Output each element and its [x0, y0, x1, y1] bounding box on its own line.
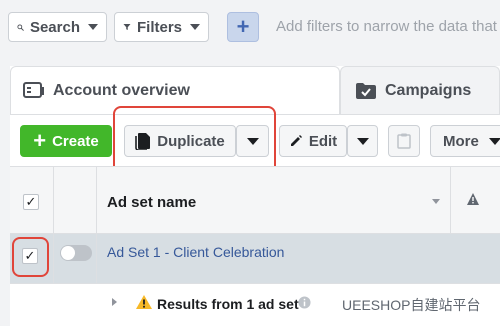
- create-button[interactable]: + Create: [20, 125, 112, 157]
- pencil-icon: [290, 135, 302, 146]
- more-label: More: [443, 132, 479, 150]
- duplicate-highlight: [113, 106, 276, 174]
- tab-campaigns[interactable]: Campaigns: [340, 66, 500, 114]
- chevron-down-icon: [88, 24, 98, 30]
- column-divider: [53, 234, 54, 284]
- sort-caret-icon[interactable]: [432, 199, 440, 204]
- column-divider: [53, 167, 54, 235]
- info-icon[interactable]: [298, 296, 311, 309]
- column-divider: [96, 234, 97, 284]
- checkbox-highlight: [12, 237, 49, 277]
- filter-hint-text: Add filters to narrow the data that y: [276, 18, 500, 35]
- more-button[interactable]: More: [430, 125, 500, 157]
- add-filter-button[interactable]: +: [227, 12, 259, 42]
- chevron-down-icon: [488, 137, 500, 145]
- plus-icon: +: [236, 14, 250, 39]
- edit-dropdown-button[interactable]: [347, 125, 378, 157]
- create-label: Create: [52, 132, 99, 150]
- warning-column-icon: [467, 193, 479, 205]
- clipboard-icon: [397, 133, 411, 149]
- chevron-down-icon: [356, 137, 369, 145]
- search-icon: [17, 23, 24, 31]
- plus-icon: +: [33, 128, 47, 153]
- expand-arrow-icon[interactable]: [112, 298, 117, 306]
- results-label: Results from 1 ad set: [157, 296, 299, 312]
- column-divider: [450, 167, 451, 235]
- filters-button[interactable]: Filters: [114, 12, 209, 42]
- select-all-checkbox[interactable]: ✓: [23, 194, 39, 210]
- filter-bar: Search Filters + Add filters to narrow t…: [0, 0, 500, 56]
- folder-icon: [356, 82, 376, 99]
- tab-label: Account overview: [53, 81, 190, 99]
- toggle-knob: [61, 246, 75, 260]
- watermark-text: UEESHOP自建站平台: [340, 294, 483, 316]
- search-label: Search: [29, 18, 80, 36]
- edit-button[interactable]: Edit: [279, 125, 347, 157]
- ad-set-name-link[interactable]: Ad Set 1 - Client Celebration: [107, 244, 284, 260]
- column-divider: [96, 167, 97, 235]
- filter-funnel-icon: [123, 24, 131, 30]
- ad-set-toggle[interactable]: [60, 245, 92, 261]
- check-icon: ✓: [25, 194, 37, 209]
- account-overview-icon: [23, 81, 44, 98]
- clipboard-button[interactable]: [388, 125, 420, 157]
- search-button[interactable]: Search: [8, 12, 107, 42]
- filters-label: Filters: [136, 18, 182, 36]
- table-header: [10, 166, 500, 235]
- tab-label: Campaigns: [385, 81, 472, 99]
- chevron-down-icon: [190, 24, 200, 30]
- edit-label: Edit: [308, 132, 338, 150]
- column-header-ad-set-name[interactable]: Ad set name: [107, 194, 196, 211]
- warning-icon: [136, 295, 152, 309]
